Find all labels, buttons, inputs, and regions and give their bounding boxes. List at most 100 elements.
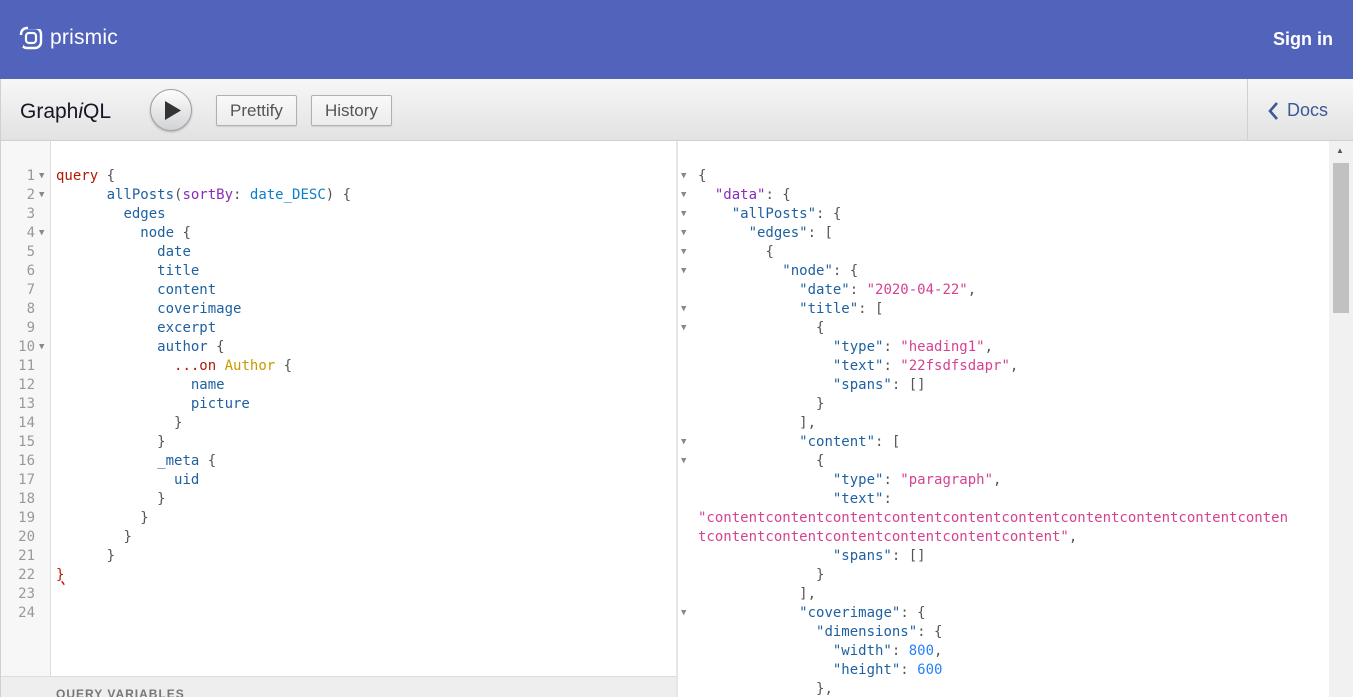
query-variables-header[interactable]: QUERY VARIABLES bbox=[1, 676, 677, 697]
fold-toggle-icon[interactable]: ▼ bbox=[39, 224, 44, 243]
query-line[interactable]: 3 edges bbox=[1, 205, 677, 224]
code-token: "heading1" bbox=[900, 339, 985, 355]
query-line[interactable]: 1 ▼ query { bbox=[1, 167, 677, 186]
result-code: "spans": [] bbox=[698, 547, 926, 566]
query-line[interactable]: 11 ...on Author { bbox=[1, 357, 677, 376]
line-number: 6 bbox=[26, 263, 35, 279]
query-code: ...on Author { bbox=[56, 357, 292, 376]
scroll-thumb[interactable] bbox=[1333, 163, 1349, 313]
query-editor[interactable]: 1 ▼ query {2 ▼ allPosts(sortBy: date_DESC) … bbox=[0, 141, 677, 697]
fold-toggle-icon[interactable]: ▼ bbox=[681, 262, 686, 281]
code-token: author bbox=[157, 339, 208, 355]
result-code: { bbox=[698, 452, 824, 471]
query-code: picture bbox=[56, 395, 250, 414]
fold-toggle-icon[interactable]: ▼ bbox=[681, 205, 686, 224]
docs-explorer-toggle: Docs bbox=[1247, 79, 1353, 141]
line-number: 15 bbox=[18, 434, 35, 450]
fold-toggle-icon[interactable]: ▼ bbox=[681, 224, 686, 243]
query-line[interactable]: 20 } bbox=[1, 528, 677, 547]
result-line: tcontentcontentcontentcontentcontentcont… bbox=[678, 528, 1328, 547]
result-line: ▼ "node": { bbox=[678, 262, 1328, 281]
query-line[interactable]: 12 name bbox=[1, 376, 677, 395]
line-number: 7 bbox=[26, 282, 35, 298]
result-code: "height": 600 bbox=[698, 661, 943, 680]
play-icon bbox=[165, 101, 181, 120]
fold-toggle-icon[interactable]: ▼ bbox=[681, 167, 686, 186]
line-number: 1 bbox=[26, 168, 35, 184]
query-line[interactable]: 10 ▼ author { bbox=[1, 338, 677, 357]
fold-toggle-icon[interactable]: ▼ bbox=[39, 338, 44, 357]
brand[interactable]: prismic bbox=[18, 25, 118, 51]
execute-query-button[interactable] bbox=[150, 89, 192, 131]
graphiql-title: GraphiQL bbox=[20, 100, 112, 123]
fold-toggle-icon[interactable]: ▼ bbox=[681, 604, 686, 623]
code-token: 800 bbox=[908, 643, 935, 659]
query-line[interactable]: 15 } bbox=[1, 433, 677, 452]
result-code: { bbox=[698, 243, 773, 262]
code-token: , bbox=[967, 282, 977, 298]
query-code: _meta { bbox=[56, 452, 216, 471]
query-line[interactable]: 18 } bbox=[1, 490, 677, 509]
query-line[interactable]: 8 coverimage bbox=[1, 300, 677, 319]
fold-toggle-icon[interactable]: ▼ bbox=[681, 452, 686, 471]
query-line[interactable]: 5 date bbox=[1, 243, 677, 262]
query-line[interactable]: 14 } bbox=[1, 414, 677, 433]
query-line[interactable]: 23 bbox=[1, 585, 677, 604]
query-line[interactable]: 9 excerpt bbox=[1, 319, 677, 338]
code-token: { bbox=[816, 320, 825, 336]
fold-toggle-icon[interactable]: ▼ bbox=[681, 300, 686, 319]
query-line[interactable]: 22} bbox=[1, 566, 677, 585]
code-token: 600 bbox=[917, 662, 943, 678]
result-code: "coverimage": { bbox=[698, 604, 925, 623]
fold-toggle-icon[interactable]: ▼ bbox=[681, 186, 686, 205]
query-line[interactable]: 16 _meta { bbox=[1, 452, 677, 471]
result-line: "spans": [] bbox=[678, 547, 1328, 566]
brand-name: prismic bbox=[50, 26, 118, 49]
result-code: "width": 800, bbox=[698, 642, 943, 661]
fold-toggle-icon[interactable]: ▼ bbox=[39, 186, 44, 205]
result-line: "text": "22fsdfsdapr", bbox=[678, 357, 1328, 376]
code-token: "spans" bbox=[832, 548, 892, 564]
query-line[interactable]: 13 picture bbox=[1, 395, 677, 414]
scroll-up-arrow-icon[interactable]: ▲ bbox=[1336, 146, 1344, 155]
fold-toggle-icon[interactable]: ▼ bbox=[681, 319, 686, 338]
docs-button[interactable]: Docs bbox=[1268, 100, 1328, 121]
result-line: "dimensions": { bbox=[678, 623, 1328, 642]
query-line[interactable]: 6 title bbox=[1, 262, 677, 281]
query-line[interactable]: 2 ▼ allPosts(sortBy: date_DESC) { bbox=[1, 186, 677, 205]
fold-toggle-icon[interactable]: ▼ bbox=[39, 167, 44, 186]
result-viewer[interactable]: ▼{▼ "data": {▼ "allPosts": {▼ "edges": [… bbox=[678, 141, 1353, 697]
code-token: : bbox=[900, 662, 918, 678]
fold-toggle-icon[interactable]: ▼ bbox=[681, 243, 686, 262]
query-code: } bbox=[56, 547, 115, 566]
line-number: 3 bbox=[26, 206, 35, 222]
query-line[interactable]: 7 content bbox=[1, 281, 677, 300]
code-token: name bbox=[190, 377, 225, 393]
fold-toggle-icon[interactable]: ▼ bbox=[681, 433, 686, 452]
code-token: : [ bbox=[807, 225, 833, 241]
line-number: 21 bbox=[18, 548, 35, 564]
query-code: node { bbox=[56, 224, 191, 243]
query-line[interactable]: 24 bbox=[1, 604, 677, 623]
history-button[interactable]: History bbox=[311, 95, 392, 126]
query-code: } bbox=[56, 490, 165, 509]
query-line[interactable]: 4 ▼ node { bbox=[1, 224, 677, 243]
result-code: "date": "2020-04-22", bbox=[698, 281, 976, 300]
code-token: : bbox=[891, 643, 909, 659]
code-token: } bbox=[123, 529, 132, 545]
code-token: : [] bbox=[891, 377, 926, 393]
prettify-button[interactable]: Prettify bbox=[216, 95, 297, 126]
query-line[interactable]: 21 } bbox=[1, 547, 677, 566]
query-line[interactable]: 19 } bbox=[1, 509, 677, 528]
result-scrollbar[interactable]: ▲ bbox=[1329, 141, 1353, 697]
sign-in-link[interactable]: Sign in bbox=[1273, 29, 1333, 50]
query-line[interactable]: 17 uid bbox=[1, 471, 677, 490]
result-code: "contentcontentcontentcontentcontentcont… bbox=[698, 509, 1288, 528]
